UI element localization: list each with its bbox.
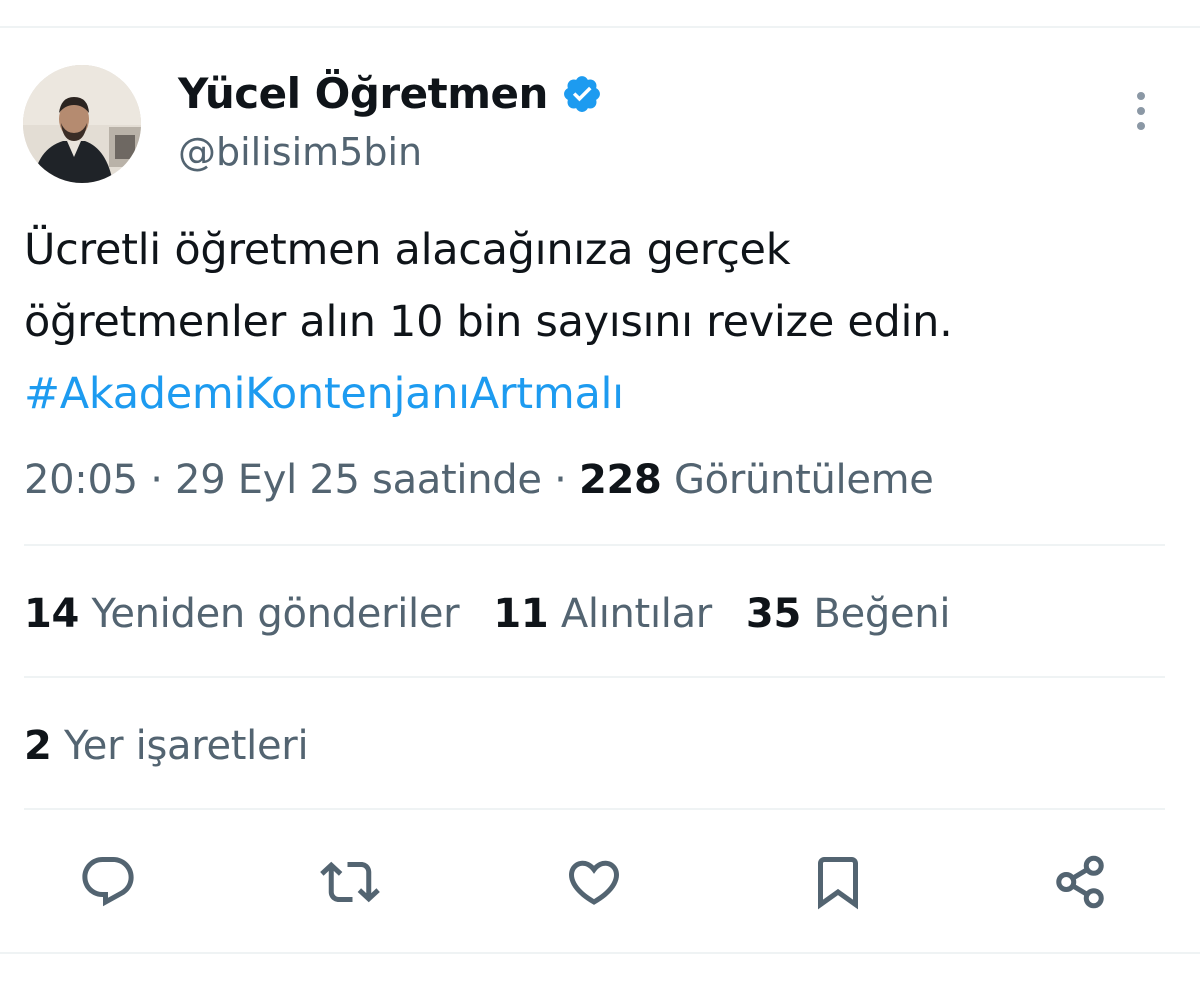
tweet-meta: 20:05 · 29 Eyl 25 saatinde · 228 Görüntü… (24, 452, 934, 508)
display-name[interactable]: Yücel Öğretmen (178, 68, 548, 120)
views-label: Görüntüleme (673, 457, 934, 503)
repost-button[interactable] (320, 852, 380, 912)
tweet-text: Ücretli öğretmen alacağınıza gerçek öğre… (24, 214, 1174, 430)
bookmark-icon (818, 857, 858, 910)
reposts-label: Yeniden gönderiler (91, 591, 460, 637)
tweet-text-line: Ücretli öğretmen alacağınıza gerçek (24, 225, 791, 275)
hashtag-link[interactable]: #AkademiKontenjanıArtmalı (24, 358, 1174, 430)
tweet-date[interactable]: 29 Eyl 25 saatinde (175, 457, 542, 503)
bookmark-button[interactable] (808, 852, 868, 912)
author-handle[interactable]: @bilisim5bin (178, 126, 422, 178)
like-button[interactable] (564, 852, 624, 912)
share-icon (1056, 855, 1104, 909)
more-options-icon[interactable] (1126, 90, 1156, 134)
tweet-text-line: öğretmenler alın 10 bin sayısını revize … (24, 297, 953, 347)
divider (24, 808, 1165, 810)
repost-icon (320, 861, 380, 903)
top-border (0, 26, 1200, 28)
likes-label: Beğeni (813, 591, 951, 637)
views-count: 228 (578, 457, 662, 503)
divider (24, 676, 1165, 678)
divider (24, 544, 1165, 546)
likes-stat[interactable]: 35 Beğeni (745, 586, 951, 642)
bookmarks-stat[interactable]: 2 Yer işaretleri (24, 718, 309, 774)
bookmarks-label: Yer işaretleri (63, 723, 309, 769)
tweet-time[interactable]: 20:05 (24, 457, 138, 503)
reply-icon (82, 857, 134, 907)
quotes-label: Alıntılar (560, 591, 712, 637)
like-icon (568, 860, 620, 905)
avatar[interactable] (23, 65, 141, 183)
quotes-count: 11 (493, 591, 549, 637)
meta-separator: · (150, 457, 163, 503)
verified-badge-icon (561, 73, 603, 115)
bottom-border (0, 952, 1200, 954)
reposts-count: 14 (24, 591, 80, 637)
reposts-stat[interactable]: 14 Yeniden gönderiler (24, 586, 460, 642)
quotes-stat[interactable]: 11 Alıntılar (493, 586, 712, 642)
likes-count: 35 (745, 591, 801, 637)
share-button[interactable] (1050, 852, 1110, 912)
engagement-stats: 14 Yeniden gönderiler 11 Alıntılar 35 Beğe… (24, 586, 984, 642)
bookmarks-count: 2 (24, 723, 52, 769)
reply-button[interactable] (78, 852, 138, 912)
meta-separator: · (554, 457, 567, 503)
